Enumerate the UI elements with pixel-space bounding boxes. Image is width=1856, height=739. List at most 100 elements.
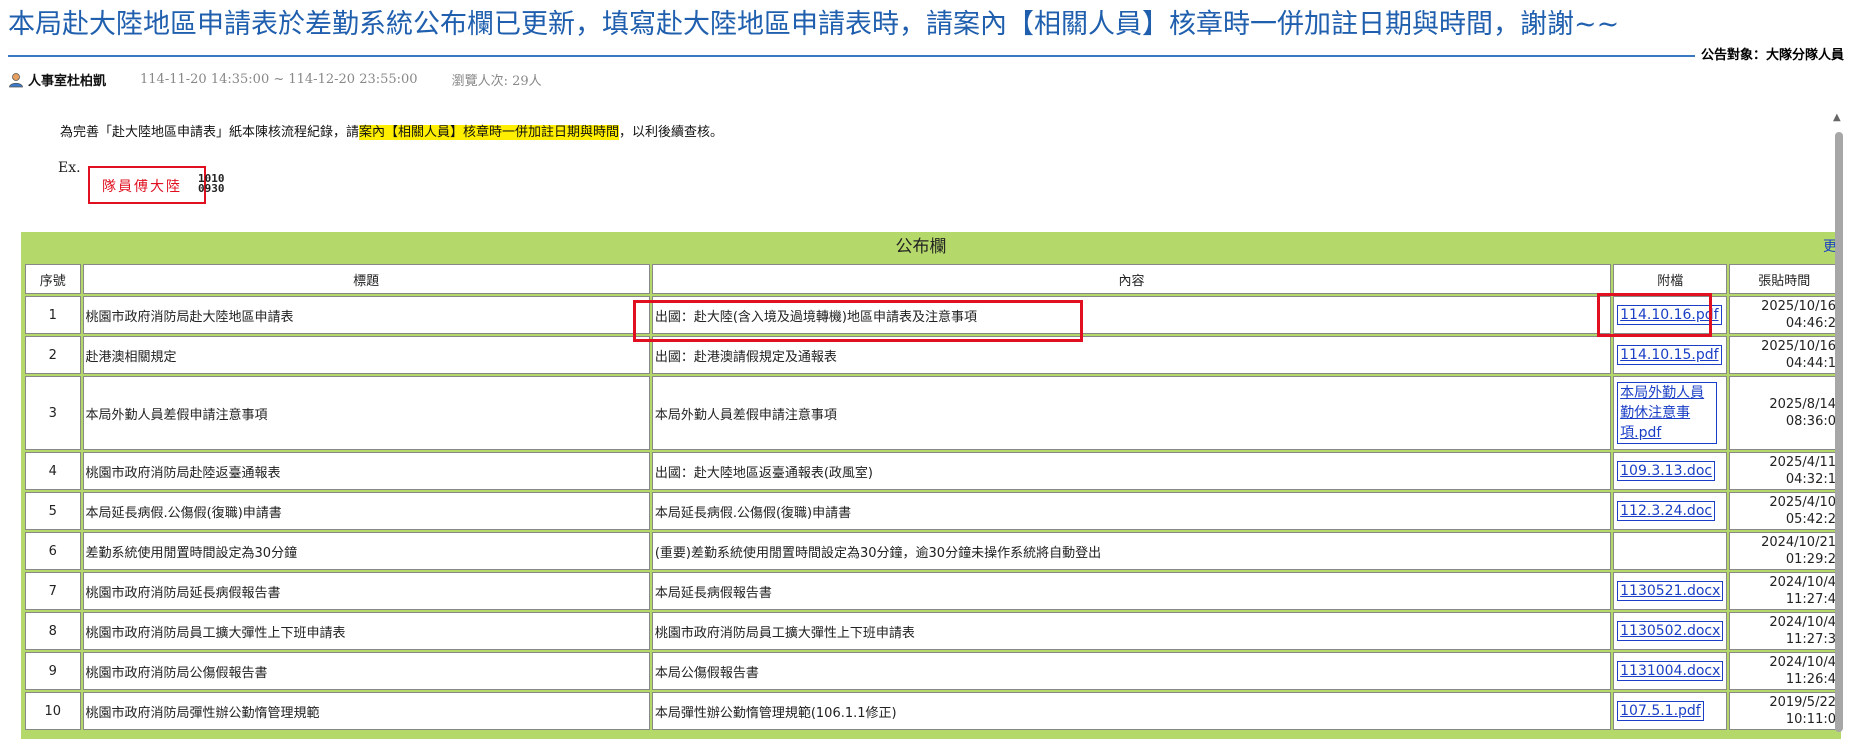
- row-number: 10: [25, 692, 81, 730]
- row-posted: 2025/4/10 05:42:2: [1729, 492, 1839, 530]
- row-posted: 2025/10/16 04:44:1: [1729, 336, 1839, 374]
- row-number: 2: [25, 336, 81, 374]
- posted-time: 08:36:0: [1785, 414, 1836, 429]
- attachment-link[interactable]: 本局外勤人員勤休注意事項.pdf: [1617, 382, 1718, 444]
- author-name: 人事室杜柏凱: [28, 74, 107, 89]
- row-number: 4: [25, 452, 81, 490]
- row-title: 桃園市政府消防局延長病假報告書: [82, 572, 650, 610]
- table-row: 8 桃園市政府消防局員工擴大彈性上下班申請表 桃園市政府消防局員工擴大彈性上下班…: [25, 612, 1839, 650]
- posted-date: 2025/4/11: [1769, 455, 1836, 470]
- posted-time: 01:29:2: [1785, 552, 1836, 567]
- row-posted: 2025/10/16 04:46:2: [1729, 296, 1839, 334]
- table-row: 10 桃園市政府消防局彈性辦公勤惰管理規範 本局彈性辦公勤惰管理規範(106.1…: [25, 692, 1839, 730]
- attachment-link[interactable]: 114.10.15.pdf: [1617, 345, 1722, 365]
- posted-time: 10:11:0: [1785, 712, 1836, 727]
- table-row: 7 桃園市政府消防局延長病假報告書 本局延長病假報告書 1130521.docx…: [25, 572, 1839, 610]
- row-posted: 2025/8/14 08:36:0: [1729, 376, 1839, 450]
- body-text-suffix: ，以利後續查核。: [619, 125, 724, 140]
- row-title: 桃園市政府消防局彈性辦公勤惰管理規範: [82, 692, 650, 730]
- body-highlight: 案內【相關人員】核章時一併加註日期與時間: [359, 125, 620, 140]
- body-text-prefix: 為完善「赴大陸地區申請表」紙本陳核流程紀錄，請: [60, 125, 360, 140]
- row-posted: 2024/10/21 01:29:2: [1729, 532, 1839, 570]
- row-attachment: 1130502.docx: [1613, 612, 1728, 650]
- row-posted: 2024/10/4 11:27:4: [1729, 572, 1839, 610]
- row-posted: 2024/10/4 11:26:4: [1729, 652, 1839, 690]
- posted-time: 11:27:3: [1785, 632, 1836, 647]
- attachment-link[interactable]: 109.3.13.doc: [1617, 461, 1716, 481]
- row-content: 桃園市政府消防局員工擴大彈性上下班申請表: [651, 612, 1612, 650]
- title-divider: [8, 55, 1836, 57]
- row-attachment: [1613, 532, 1728, 570]
- row-attachment: 1130521.docx: [1613, 572, 1728, 610]
- post-date-range: 114-11-20 14:35:00 ~ 114-12-20 23:55:00: [140, 72, 418, 87]
- posted-time: 04:46:2: [1785, 316, 1836, 331]
- attachment-link[interactable]: 1130502.docx: [1617, 621, 1724, 641]
- post-body: 為完善「赴大陸地區申請表」紙本陳核流程紀錄，請案內【相關人員】核章時一併加註日期…: [60, 121, 723, 140]
- col-header-posted: 張貼時間: [1729, 264, 1839, 294]
- row-number: 1: [25, 296, 81, 334]
- col-header-content: 內容: [651, 264, 1612, 294]
- row-attachment: 107.5.1.pdf: [1613, 692, 1728, 730]
- posted-date: 2025/10/16: [1761, 299, 1836, 314]
- post-title: 本局赴大陸地區申請表於差勤系統公布欄已更新，填寫赴大陸地區申請表時，請案內【相關…: [8, 9, 1620, 40]
- row-number: 8: [25, 612, 81, 650]
- scroll-up-icon[interactable]: ▲: [1833, 112, 1841, 123]
- row-title: 桃園市政府消防局赴陸返臺通報表: [82, 452, 650, 490]
- view-count: 瀏覽人次: 29人: [451, 74, 542, 89]
- row-attachment: 本局外勤人員勤休注意事項.pdf: [1613, 376, 1728, 450]
- table-row: 6 差勤系統使用閒置時間設定為30分鐘 (重要)差勤系統使用閒置時間設定為30分…: [25, 532, 1839, 570]
- row-title: 本局外勤人員差假申請注意事項: [82, 376, 650, 450]
- board-title: 公布欄: [895, 237, 947, 257]
- posted-time: 11:27:4: [1785, 592, 1836, 607]
- row-posted: 2019/5/22 10:11:0: [1729, 692, 1839, 730]
- posted-date: 2019/5/22: [1769, 695, 1836, 710]
- attachment-link[interactable]: 112.3.24.doc: [1617, 501, 1716, 521]
- posted-date: 2025/10/16: [1761, 339, 1836, 354]
- posted-time: 04:44:1: [1785, 356, 1836, 371]
- row-number: 5: [25, 492, 81, 530]
- row-content: 本局延長病假.公傷假(復職)申請書: [651, 492, 1612, 530]
- col-header-no: 序號: [25, 264, 81, 294]
- example-datetime: 1010 0930: [198, 173, 225, 195]
- posted-date: 2025/8/14: [1769, 397, 1836, 412]
- audience-label: 公告對象：大隊分隊人員: [1694, 44, 1844, 63]
- row-content: (重要)差勤系統使用閒置時間設定為30分鐘，逾30分鐘未操作系統將自動登出: [651, 532, 1612, 570]
- row-attachment: 1131004.docx: [1613, 652, 1728, 690]
- scroll-thumb[interactable]: [1835, 132, 1843, 732]
- row-attachment: 109.3.13.doc: [1613, 452, 1728, 490]
- posted-time: 11:26:4: [1785, 672, 1836, 687]
- attachment-link[interactable]: 1131004.docx: [1617, 661, 1724, 681]
- posted-date: 2024/10/4: [1769, 655, 1836, 670]
- posted-date: 2024/10/21: [1761, 535, 1836, 550]
- row-title: 桃園市政府消防局員工擴大彈性上下班申請表: [82, 612, 650, 650]
- posted-time: 04:32:1: [1785, 472, 1836, 487]
- example-stamp: 隊員傅大陸: [102, 179, 182, 195]
- table-row: 9 桃園市政府消防局公傷假報告書 本局公傷假報告書 1131004.docx 2…: [25, 652, 1839, 690]
- table-header-row: 序號 標題 內容 附檔 張貼時間: [25, 264, 1839, 294]
- attachment-link[interactable]: 1130521.docx: [1617, 581, 1724, 601]
- posted-date: 2024/10/4: [1769, 615, 1836, 630]
- row-title: 本局延長病假.公傷假(復職)申請書: [82, 492, 650, 530]
- annotation-box-attachment: [1597, 293, 1712, 337]
- post-meta: 人事室杜柏凱 114-11-20 14:35:00 ~ 114-12-20 23…: [8, 70, 542, 89]
- table-row: 5 本局延長病假.公傷假(復職)申請書 本局延長病假.公傷假(復職)申請書 11…: [25, 492, 1839, 530]
- attachment-link[interactable]: 107.5.1.pdf: [1617, 701, 1704, 721]
- row-number: 9: [25, 652, 81, 690]
- table-row: 3 本局外勤人員差假申請注意事項 本局外勤人員差假申請注意事項 本局外勤人員勤休…: [25, 376, 1839, 450]
- col-header-title: 標題: [82, 264, 650, 294]
- table-row: 4 桃園市政府消防局赴陸返臺通報表 出國：赴大陸地區返臺通報表(政風室) 109…: [25, 452, 1839, 490]
- row-content: 出國：赴大陸地區返臺通報表(政風室): [651, 452, 1612, 490]
- row-content: 本局彈性辦公勤惰管理規範(106.1.1修正): [651, 692, 1612, 730]
- col-header-attachment: 附檔: [1613, 264, 1728, 294]
- row-posted: 2025/4/11 04:32:1: [1729, 452, 1839, 490]
- row-content: 本局公傷假報告書: [651, 652, 1612, 690]
- row-content: 本局延長病假報告書: [651, 572, 1612, 610]
- example-time: 0930: [198, 182, 225, 195]
- row-title: 赴港澳相關規定: [82, 336, 650, 374]
- row-title: 桃園市政府消防局赴大陸地區申請表: [82, 296, 650, 334]
- posted-date: 2025/4/10: [1769, 495, 1836, 510]
- row-number: 3: [25, 376, 81, 450]
- example-label: Ex.: [58, 160, 81, 176]
- vertical-scrollbar[interactable]: ▲: [1832, 112, 1846, 739]
- row-attachment: 114.10.15.pdf: [1613, 336, 1728, 374]
